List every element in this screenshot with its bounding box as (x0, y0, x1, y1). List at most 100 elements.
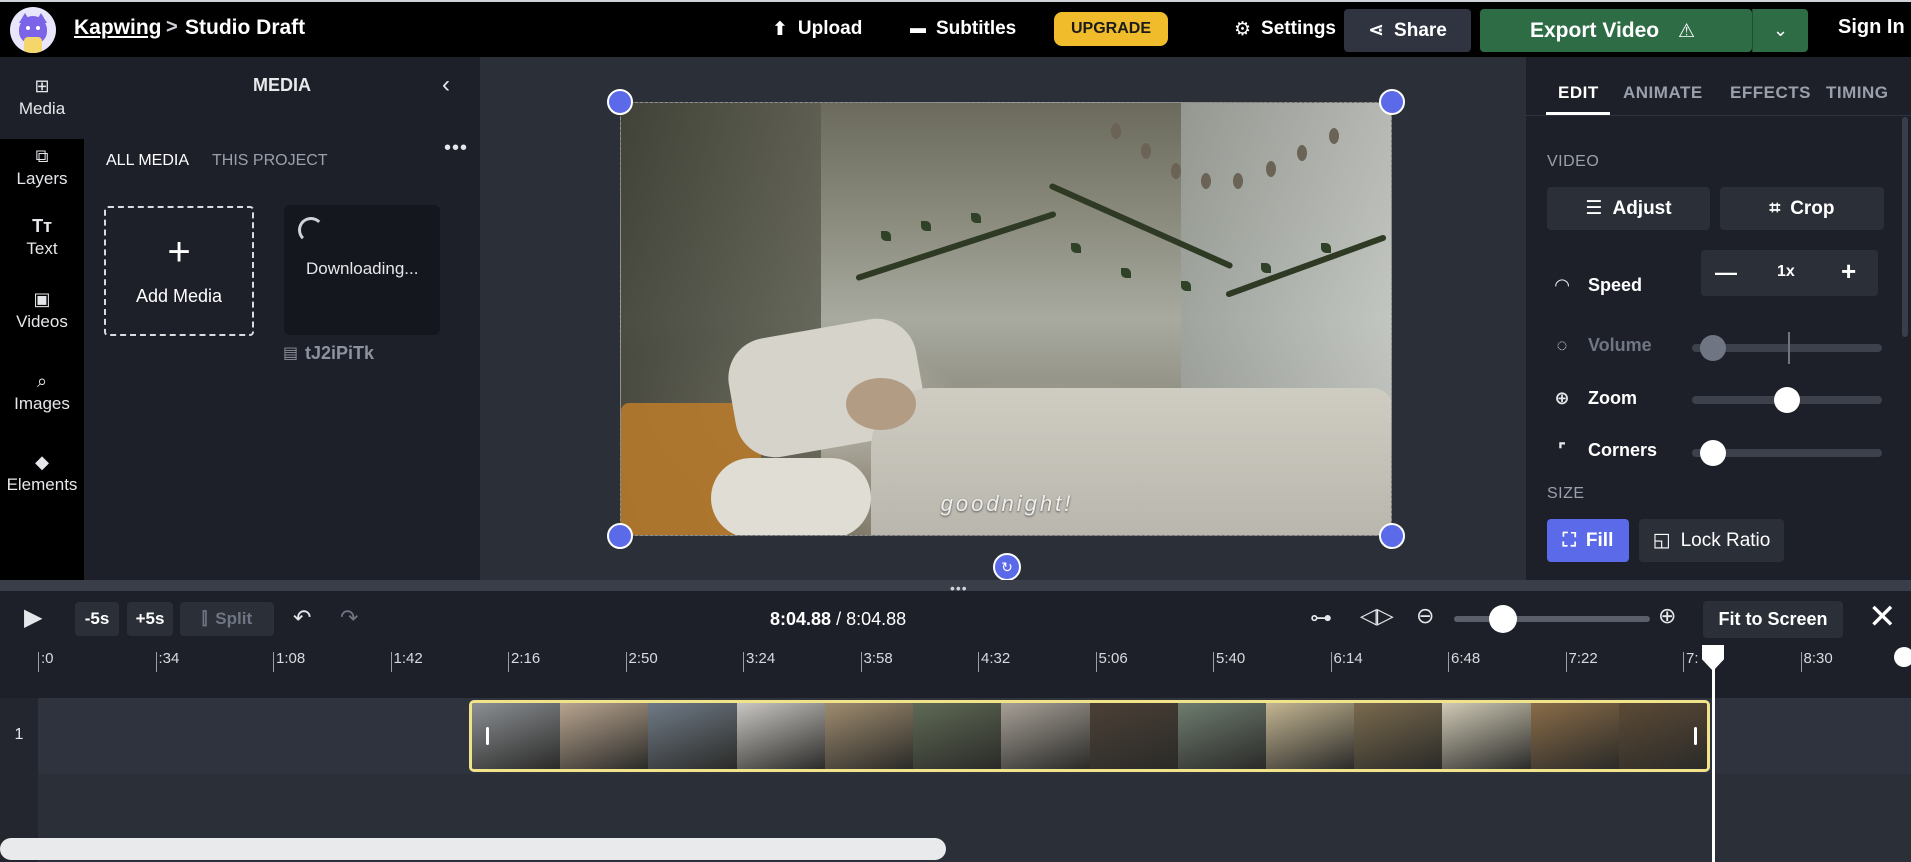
timeline-zoom-slider[interactable] (1454, 616, 1650, 622)
ruler-label: 4:32 (981, 650, 1011, 667)
zoom-in-icon[interactable]: ⊕ (1658, 603, 1676, 629)
project-title[interactable]: Studio Draft (185, 16, 305, 40)
current-time: 8:04.88 (770, 609, 832, 629)
sign-in-link[interactable]: Sign In (1838, 16, 1905, 39)
clip-thumbnail (648, 703, 738, 769)
media-panel: MEDIA ‹ ALL MEDIA THIS PROJECT ••• + Add… (84, 57, 480, 580)
images-icon: ⌕ (36, 371, 48, 391)
collapse-panel-icon[interactable]: ‹ (442, 71, 450, 99)
tab-this-project[interactable]: THIS PROJECT (212, 152, 328, 170)
speedometer-icon: ◠ (1555, 275, 1569, 295)
trim-handle-right[interactable] (1694, 727, 1697, 745)
ruler-tick (1683, 652, 1684, 672)
panel-scrollbar[interactable] (1902, 117, 1908, 337)
tab-timing[interactable]: TIMING (1826, 83, 1889, 103)
tab-edit[interactable]: EDIT (1558, 83, 1599, 103)
layers-icon: ⧉ (35, 146, 49, 166)
minus-icon[interactable]: — (1715, 260, 1737, 286)
crop-button[interactable]: ⌗ Crop (1720, 187, 1884, 230)
lock-ratio-button[interactable]: ◱ Lock Ratio (1639, 519, 1784, 562)
media-item-downloading[interactable]: Downloading... (284, 205, 440, 335)
fill-button[interactable]: ⛶ Fill (1547, 519, 1629, 562)
track-number: 1 (14, 726, 24, 743)
ruler-label: 5:06 (1098, 650, 1128, 667)
play-icon[interactable]: ▶ (24, 603, 42, 632)
crop-icon: ⌗ (1769, 197, 1781, 219)
rotate-handle-icon[interactable]: ↻ (993, 553, 1021, 581)
tab-all-media[interactable]: ALL MEDIA (106, 152, 189, 170)
corner-radius-icon: ⌜ (1557, 440, 1567, 460)
skip-forward-5s-button[interactable]: +5s (127, 602, 173, 636)
snap-icon[interactable]: ⊶ (1310, 605, 1332, 631)
resize-handle-top-right[interactable] (1379, 89, 1405, 115)
corners-slider-handle[interactable] (1700, 440, 1726, 466)
speed-value: 1x (1777, 263, 1795, 280)
timecode: 8:04.88 / 8:04.88 (770, 609, 907, 629)
playhead[interactable] (1712, 647, 1715, 862)
tab-animate[interactable]: ANIMATE (1623, 83, 1703, 103)
share-button[interactable]: ⋖ Share (1344, 9, 1471, 52)
kapwing-logo[interactable] (10, 7, 56, 53)
subtitles-button[interactable]: ▬ Subtitles (910, 10, 1016, 48)
clip-thumbnail (1177, 703, 1267, 769)
redo-icon[interactable]: ↷ (340, 605, 358, 631)
speed-stepper[interactable]: — 1x + (1701, 250, 1878, 296)
rail-item-elements[interactable]: ◆ Elements (0, 433, 84, 515)
corners-slider[interactable] (1692, 440, 1882, 466)
video-clip[interactable] (469, 700, 1710, 772)
zoom-slider-handle[interactable] (1774, 387, 1800, 413)
zoom-slider[interactable] (1692, 387, 1882, 413)
horizontal-scrollbar[interactable] (0, 838, 946, 860)
trim-handle-left[interactable] (486, 727, 489, 745)
corners-row: ⌜ Corners (1550, 440, 1657, 461)
settings-button[interactable]: ⚙ Settings (1234, 10, 1336, 48)
section-size: SIZE (1547, 485, 1585, 502)
video-preview[interactable]: goodnight! (620, 102, 1392, 536)
ruler-label: :34 (158, 650, 180, 667)
brand-link[interactable]: Kapwing (74, 16, 162, 40)
undo-icon[interactable]: ↶ (293, 605, 311, 631)
ruler-label: 1:42 (393, 650, 423, 667)
adjust-button[interactable]: ☰ Adjust (1547, 187, 1710, 230)
rail-item-videos[interactable]: ▣ Videos (0, 270, 84, 352)
volume-slider-handle[interactable] (1700, 335, 1726, 361)
resize-handle-bottom-right[interactable] (1379, 523, 1405, 549)
resize-handle-bottom-left[interactable] (607, 523, 633, 549)
ruler-tick (1095, 652, 1097, 672)
ruler-tick (508, 652, 509, 672)
clip-thumbnail (1442, 703, 1532, 769)
videos-icon: ▣ (33, 289, 51, 309)
plus-icon[interactable]: + (1841, 256, 1856, 287)
volume-slider[interactable] (1692, 332, 1882, 364)
upgrade-button[interactable]: UPGRADE (1054, 12, 1168, 46)
fit-to-screen-button[interactable]: Fit to Screen (1703, 601, 1843, 638)
clip-thumbnail (1354, 703, 1444, 769)
breadcrumb-separator: > (166, 16, 178, 38)
export-options-button[interactable]: ⌄ (1752, 9, 1808, 52)
volume-row: ◌ Volume (1550, 335, 1652, 356)
gear-icon: ⚙ (1234, 18, 1252, 40)
resize-handle-top-left[interactable] (607, 89, 633, 115)
more-options-icon[interactable]: ••• (444, 137, 468, 160)
spinner-icon (298, 217, 324, 243)
split-view-icon[interactable]: ◁▷ (1360, 603, 1394, 629)
split-button[interactable]: ⫿ Split (180, 602, 274, 636)
tab-effects[interactable]: EFFECTS (1730, 83, 1811, 103)
close-icon[interactable]: ✕ (1868, 597, 1897, 637)
export-video-button[interactable]: Export Video ⚠ (1480, 9, 1752, 52)
ruler-label: 1:08 (276, 650, 306, 667)
zoom-out-icon[interactable]: ⊖ (1416, 603, 1434, 629)
upload-button[interactable]: ⬆ Upload (772, 10, 862, 48)
ruler-tick (1800, 652, 1802, 672)
ruler-end-handle[interactable] (1894, 647, 1911, 667)
sliders-icon: ☰ (1585, 198, 1603, 219)
left-rail: ⊞ Media ⧉ Layers Tт Text ▣ Videos ⌕ Imag… (0, 57, 84, 580)
timeline-zoom-handle[interactable] (1489, 605, 1517, 633)
add-media-button[interactable]: + Add Media (104, 206, 254, 336)
skip-back-5s-button[interactable]: -5s (75, 602, 119, 636)
ruler-tick (38, 652, 39, 672)
rail-item-text[interactable]: Tт Text (0, 197, 84, 279)
rail-item-images[interactable]: ⌕ Images (0, 352, 84, 434)
ruler-label: 2:16 (511, 650, 541, 667)
clip-thumbnail (913, 703, 1003, 769)
